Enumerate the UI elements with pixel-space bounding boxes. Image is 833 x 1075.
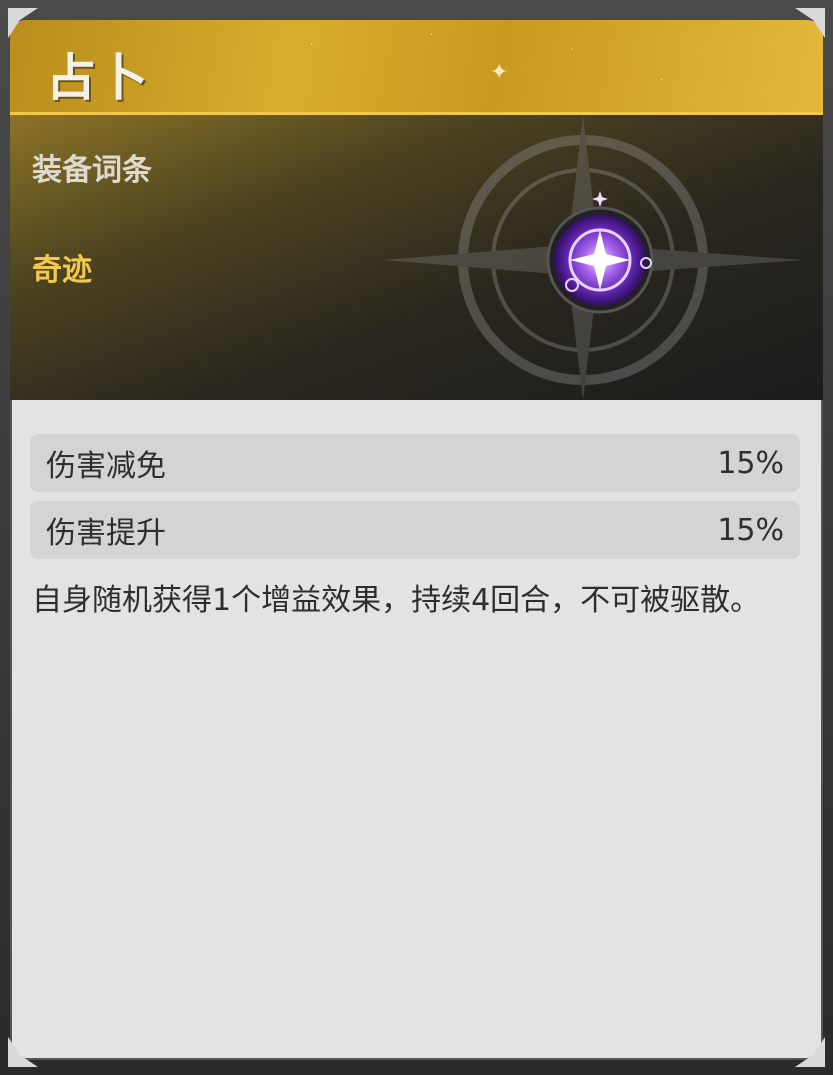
stat-row: 伤害减免 15% [30,434,800,492]
sparkle-icon: · [660,75,664,86]
sparkle-icon: · [310,40,314,51]
sparkle-icon: · [430,30,434,41]
affix-section-title: 装备词条 [32,153,152,188]
card-header: ✦ · · · · 占卜 [10,20,823,115]
corner-ornament-icon [8,1037,38,1067]
corner-ornament-icon [8,8,38,38]
stat-row: 伤害提升 15% [30,501,800,559]
stat-label: 伤害提升 [46,516,166,551]
stat-value: 15% [717,512,784,548]
sparkle-icon: ✦ [490,60,509,85]
sparkle-icon: · [570,45,574,56]
stats-list: 伤害减免 15% 伤害提升 15% [30,434,800,568]
affix-name: 奇迹 [32,253,92,288]
item-detail-card: ✦ · · · · 占卜 装备词条 奇迹 伤害减免 15% 伤害提升 15% 自… [10,20,823,1060]
corner-ornament-icon [795,8,825,38]
corner-ornament-icon [795,1037,825,1067]
stat-value: 15% [717,445,784,481]
affix-panel: 装备词条 奇迹 [10,115,823,400]
stat-label: 伤害减免 [46,449,166,484]
affix-description: 自身随机获得1个增益效果，持续4回合，不可被驱散。 [32,583,761,618]
star-orb-icon [546,191,654,314]
card-title: 占卜 [46,49,150,107]
